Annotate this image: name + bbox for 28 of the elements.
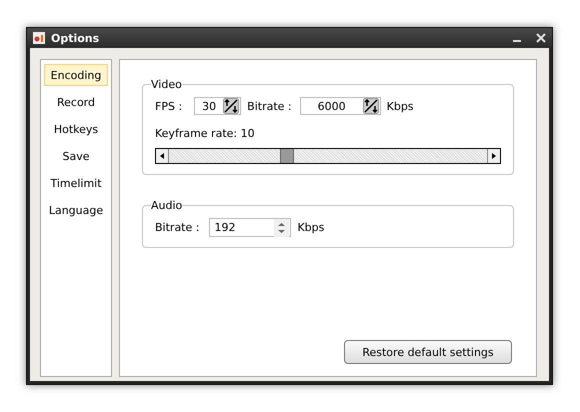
field-label: Bitrate : [155, 221, 200, 234]
keyframe-label: Keyframe rate: 10 [155, 127, 256, 140]
sidebar-item[interactable]: Encoding [44, 64, 108, 86]
audio-bitrate-field[interactable]: 192 [209, 218, 292, 237]
bitrate-field[interactable]: 6000 [300, 97, 381, 115]
scroll-left-icon[interactable] [156, 149, 169, 163]
group-title: Audio [151, 199, 182, 212]
window-title: Options [51, 32, 100, 44]
unit-label: Kbps [297, 221, 324, 234]
sidebar-item[interactable]: Language [44, 199, 108, 221]
keyframe-slider[interactable] [155, 148, 501, 164]
sidebar-item[interactable]: Timelimit [44, 172, 108, 194]
app-icon [33, 32, 45, 44]
field-label: FPS : [155, 100, 182, 112]
restore-defaults-button[interactable]: Restore default settings [344, 340, 512, 364]
field-label: Bitrate : [247, 100, 292, 112]
fps-field[interactable]: 30 [194, 97, 242, 115]
close-icon[interactable] [536, 33, 546, 43]
unit-label: Kbps [386, 100, 414, 112]
slider-thumb[interactable] [280, 149, 294, 163]
group-title: Video [151, 78, 182, 91]
swap-arrows-icon[interactable] [362, 98, 379, 114]
sidebar-item[interactable]: Save [44, 145, 108, 167]
scroll-right-icon[interactable] [487, 149, 500, 163]
sidebar-item[interactable]: Hotkeys [44, 118, 108, 140]
spinner-arrows-icon[interactable] [274, 218, 290, 236]
swap-arrows-icon[interactable] [223, 98, 240, 114]
sidebar-item[interactable]: Record [44, 91, 108, 113]
